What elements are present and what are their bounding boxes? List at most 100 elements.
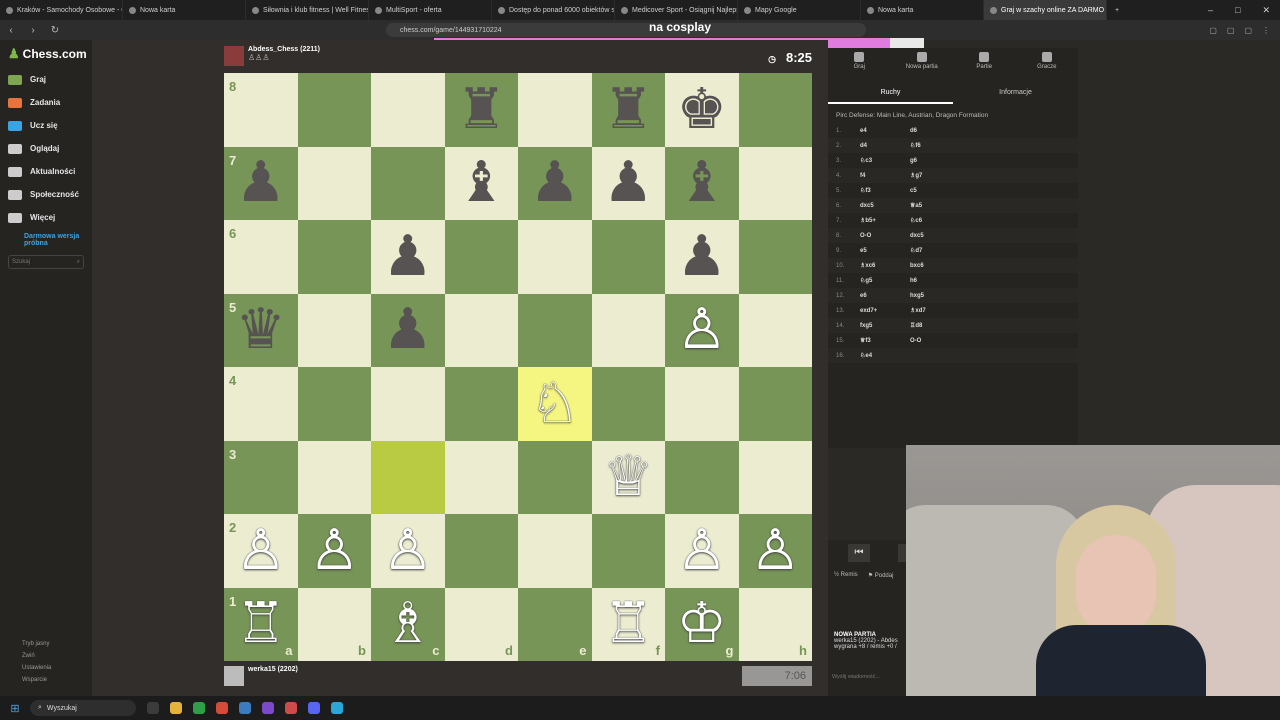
close-window-icon[interactable]: ✕ bbox=[1262, 5, 1270, 16]
board-square-a1[interactable]: 1 a ♖ bbox=[224, 587, 298, 661]
black-piece-icon[interactable]: ♟ bbox=[236, 155, 286, 211]
avatar[interactable] bbox=[224, 46, 244, 66]
board-square-c7[interactable] bbox=[371, 146, 445, 220]
black-move[interactable]: c5 bbox=[910, 188, 960, 194]
sidebar-item-graj[interactable]: Graj bbox=[0, 68, 92, 91]
browser-tab[interactable]: Kraków - Samochody Osobowe - Ot bbox=[0, 0, 123, 20]
free-trial-link[interactable]: Darmowa wersja próbna bbox=[0, 229, 92, 251]
top-player-name[interactable]: Abdess_Chess (2211) bbox=[248, 46, 320, 53]
chat-input[interactable]: Wyślij wiadomość... bbox=[832, 674, 880, 680]
board-square-c3[interactable] bbox=[371, 440, 445, 514]
board-square-e2[interactable] bbox=[518, 514, 592, 588]
board-square-d4[interactable] bbox=[444, 367, 518, 441]
sidebar-item-społeczność[interactable]: Społeczność bbox=[0, 183, 92, 206]
menu-icon[interactable]: ⋮ bbox=[1262, 26, 1270, 35]
white-move[interactable]: ♕f3 bbox=[860, 337, 910, 344]
board-square-g1[interactable]: g ♔ bbox=[665, 587, 739, 661]
tab-gracze[interactable]: Gracze bbox=[1016, 48, 1079, 78]
white-move[interactable]: ♗xc6 bbox=[860, 262, 910, 269]
board-square-d5[interactable] bbox=[444, 293, 518, 367]
browser-tab[interactable]: Siłownia i klub fitness | Well Fitness bbox=[246, 0, 369, 20]
sidebar-item-oglądaj[interactable]: Oglądaj bbox=[0, 137, 92, 160]
white-piece-icon[interactable]: ♙ bbox=[383, 522, 433, 579]
board-square-d8[interactable]: ♜ bbox=[444, 73, 518, 147]
black-piece-icon[interactable]: ♚ bbox=[677, 81, 727, 138]
board-square-g2[interactable]: ♙ bbox=[665, 514, 739, 588]
taskbar-app-icon[interactable] bbox=[170, 702, 182, 714]
black-move[interactable]: ♘d7 bbox=[910, 247, 960, 254]
white-move[interactable]: exd7+ bbox=[860, 308, 910, 314]
board-square-c5[interactable]: ♟ bbox=[371, 293, 445, 367]
black-move[interactable]: ♘f6 bbox=[910, 142, 960, 149]
board-square-h8[interactable] bbox=[738, 73, 812, 147]
sidebar-footer-item[interactable]: Wsparcie bbox=[0, 674, 92, 686]
white-move[interactable]: e4 bbox=[860, 128, 910, 134]
sidebar-footer-item[interactable]: Tryb jasny bbox=[0, 638, 92, 650]
chess-board[interactable]: 8 ♜ ♜ ♚ 7 ♟ ♝ ♟ ♟ ♝ 6 ♟ ♟ 5 ♛ ♟ ♙ 4 ♘ 3 ♕ 2 ♙ ♙ ♙ ♙ ♙ 1 a ♖ b c ♗ d e f ♖ g ♔ h bbox=[224, 73, 812, 661]
reload-icon[interactable]: ↻ bbox=[44, 25, 66, 36]
white-piece-icon[interactable]: ♖ bbox=[603, 596, 653, 652]
board-square-c1[interactable]: c ♗ bbox=[371, 587, 445, 661]
black-piece-icon[interactable]: ♜ bbox=[603, 81, 653, 138]
taskbar-app-icon[interactable] bbox=[331, 702, 343, 714]
black-move[interactable]: d6 bbox=[910, 128, 960, 134]
black-piece-icon[interactable]: ♜ bbox=[456, 81, 506, 138]
board-square-e8[interactable] bbox=[518, 73, 592, 147]
new-tab-icon[interactable]: + bbox=[1107, 7, 1127, 14]
white-piece-icon[interactable]: ♖ bbox=[236, 596, 286, 652]
subtab-informacje[interactable]: Informacje bbox=[953, 82, 1078, 104]
white-move[interactable]: ♘g5 bbox=[860, 277, 910, 284]
white-piece-icon[interactable]: ♙ bbox=[309, 522, 359, 579]
avatar[interactable] bbox=[224, 666, 244, 686]
extension-icon[interactable]: ▢ bbox=[1244, 26, 1252, 35]
board-square-h2[interactable]: ♙ bbox=[738, 514, 812, 588]
sidebar-footer-item[interactable]: Zwiń bbox=[0, 650, 92, 662]
taskbar-app-icon[interactable] bbox=[193, 702, 205, 714]
board-square-b7[interactable] bbox=[297, 146, 371, 220]
board-square-a2[interactable]: 2 ♙ bbox=[224, 514, 298, 588]
taskbar-search[interactable]: ⌕ Wyszukaj bbox=[30, 700, 136, 716]
black-move[interactable]: ♖d8 bbox=[910, 322, 960, 329]
sidebar-search[interactable]: Szukaj ⌕ bbox=[8, 255, 84, 269]
board-square-f8[interactable]: ♜ bbox=[591, 73, 665, 147]
black-piece-icon[interactable]: ♟ bbox=[530, 155, 580, 211]
windows-start-icon[interactable]: ⊞ bbox=[0, 702, 30, 715]
board-square-c6[interactable]: ♟ bbox=[371, 220, 445, 294]
white-piece-icon[interactable]: ♘ bbox=[530, 375, 580, 432]
board-square-b4[interactable] bbox=[297, 367, 371, 441]
sidebar-item-ucz-się[interactable]: Ucz się bbox=[0, 114, 92, 137]
board-square-a5[interactable]: 5 ♛ bbox=[224, 293, 298, 367]
first-move-button[interactable]: ⏮ bbox=[848, 544, 870, 562]
black-move[interactable]: ♗xd7 bbox=[910, 307, 960, 314]
tab-partie[interactable]: Partie bbox=[953, 48, 1016, 78]
board-square-f1[interactable]: f ♖ bbox=[591, 587, 665, 661]
board-square-f6[interactable] bbox=[591, 220, 665, 294]
white-piece-icon[interactable]: ♗ bbox=[383, 596, 433, 652]
white-move[interactable]: ♘e4 bbox=[860, 352, 910, 359]
board-square-b1[interactable]: b bbox=[297, 587, 371, 661]
white-move[interactable]: ♘c3 bbox=[860, 157, 910, 164]
maximize-icon[interactable]: □ bbox=[1235, 5, 1240, 16]
minimize-icon[interactable]: – bbox=[1208, 5, 1213, 16]
tab-nowa-partia[interactable]: Nowa partia bbox=[891, 48, 954, 78]
board-square-a4[interactable]: 4 bbox=[224, 367, 298, 441]
browser-tab[interactable]: Medicover Sport - Osiągnij Najleps bbox=[615, 0, 738, 20]
board-square-g7[interactable]: ♝ bbox=[665, 146, 739, 220]
black-piece-icon[interactable]: ♝ bbox=[677, 155, 727, 211]
taskbar-app-icon[interactable] bbox=[147, 702, 159, 714]
board-square-f4[interactable] bbox=[591, 367, 665, 441]
board-square-b3[interactable] bbox=[297, 440, 371, 514]
board-square-d2[interactable] bbox=[444, 514, 518, 588]
black-move[interactable]: ♘c6 bbox=[910, 217, 960, 224]
board-square-c4[interactable] bbox=[371, 367, 445, 441]
board-square-h3[interactable] bbox=[738, 440, 812, 514]
board-square-c2[interactable]: ♙ bbox=[371, 514, 445, 588]
sidebar-item-aktualności[interactable]: Aktualności bbox=[0, 160, 92, 183]
black-piece-icon[interactable]: ♟ bbox=[603, 155, 653, 211]
white-piece-icon[interactable]: ♙ bbox=[750, 522, 800, 579]
board-square-c8[interactable] bbox=[371, 73, 445, 147]
board-square-e3[interactable] bbox=[518, 440, 592, 514]
browser-tab[interactable]: Mapy Google bbox=[738, 0, 861, 20]
white-move[interactable]: e5 bbox=[860, 248, 910, 254]
forward-icon[interactable]: › bbox=[22, 25, 44, 36]
